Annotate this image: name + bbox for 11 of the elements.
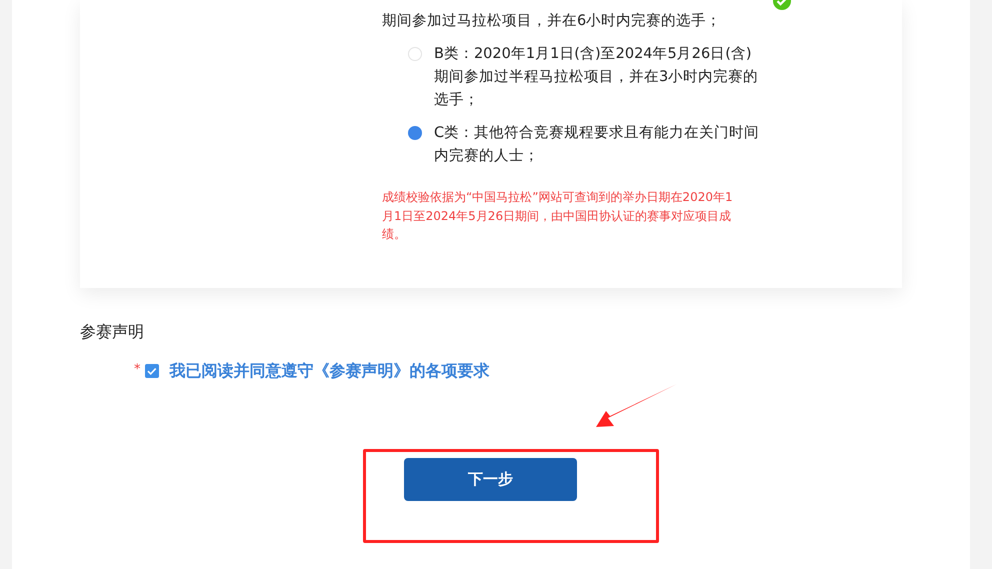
section-title: 参赛声明 — [80, 322, 145, 342]
next-button[interactable]: 下一步 — [404, 458, 577, 500]
option-label: B类：2020年1月1日(含)至2024年5月26日(含)期间参加过半程马拉松项目，并在3小时内完赛的选手； — [434, 45, 760, 110]
checkbox[interactable] — [144, 364, 158, 378]
required-mark: * — [134, 362, 140, 376]
eligibility-note: 成绩校验依据为“中国马拉松”网站可查询到的举办日期在2020年1月1日至2024年5月26日期间，由中国田协认证的赛事对应项目成绩。 — [382, 189, 734, 243]
option-label: C类：其他符合竞赛规程要求且有能力在关门时间内完赛的人士； — [434, 124, 760, 166]
option-label: 期间参加过马拉松项目，并在6小时内完赛的选手； — [382, 12, 722, 31]
radio-button[interactable] — [408, 47, 422, 61]
radio-button[interactable] — [408, 126, 422, 140]
agreement-label[interactable]: 我已阅读并同意遵守《参赛声明》的各项要求 — [170, 360, 490, 382]
